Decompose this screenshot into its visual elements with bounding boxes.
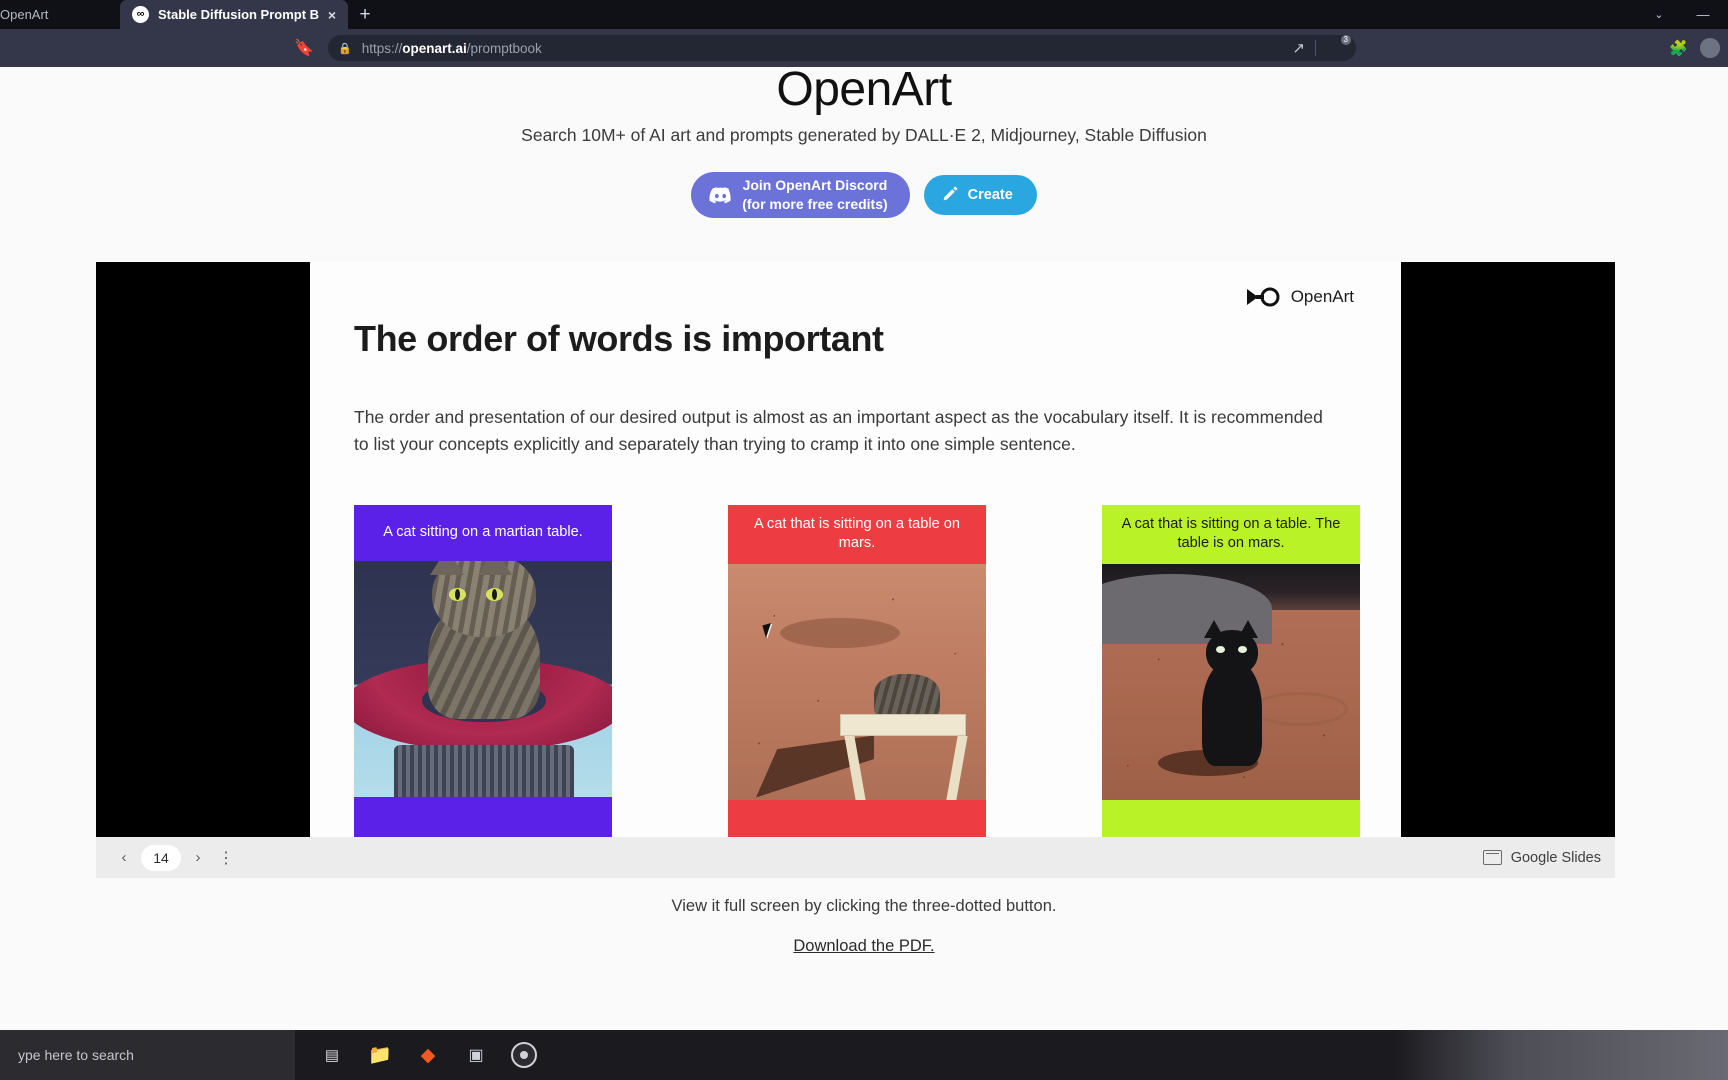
discord-button-label: Join OpenArt Discord (for more free cred… — [742, 176, 887, 214]
toolbar-extras: 🧩 — [1669, 38, 1728, 58]
discord-icon — [709, 186, 732, 204]
lock-icon: 🔒 — [338, 42, 352, 55]
chevron-left-icon[interactable]: ‹ — [110, 844, 138, 872]
slide-page-input[interactable]: 14 — [141, 844, 181, 871]
taskbar-search-input[interactable]: ype here to search — [0, 1030, 295, 1080]
close-icon[interactable]: × — [328, 7, 336, 23]
task-view-icon[interactable]: ▤ — [315, 1038, 349, 1072]
slide-logo-label: OpenArt — [1290, 287, 1354, 306]
new-tab-button[interactable]: + — [348, 0, 382, 29]
black-cat-sitting-on-mars-surface — [1102, 563, 1360, 800]
share-icon[interactable]: ↗ — [1292, 39, 1305, 57]
openart-infinity-icon: ∞ — [132, 6, 149, 23]
page-content: OpenArt Search 10M+ of AI art and prompt… — [0, 67, 1728, 1080]
url-text: https://openart.ai/promptbook — [361, 40, 542, 56]
slide-card: A cat that is sitting on a table on mars… — [728, 505, 986, 860]
obs-studio-icon[interactable] — [507, 1038, 541, 1072]
slide-cards: A cat sitting on a martian table. A cat … — [354, 505, 1364, 860]
google-slides-label: Google Slides — [1510, 849, 1601, 866]
tab-title: OpenArt — [0, 7, 49, 22]
openart-infinity-icon — [1245, 285, 1281, 309]
brave-shields-button[interactable]: 3 — [1326, 35, 1351, 58]
tab-openart[interactable]: OpenArt — [0, 0, 120, 29]
tab-stable-diffusion-prompt-book[interactable]: ∞ Stable Diffusion Prompt Book - O × — [120, 0, 348, 29]
page-subtitle: Search 10M+ of AI art and prompts genera… — [521, 125, 1207, 145]
shield-blocked-count: 3 — [1340, 35, 1351, 45]
terminal-icon[interactable]: ▣ — [459, 1038, 493, 1072]
avatar[interactable] — [1700, 38, 1720, 58]
tabby-cat-on-red-turntable-illustration — [354, 561, 612, 797]
create-button-label: Create — [967, 187, 1013, 203]
slide-body-text: The order and presentation of our desire… — [354, 407, 1323, 454]
slide-viewport[interactable]: OpenArt The order of words is important … — [96, 262, 1615, 878]
cta-row: Join OpenArt Discord (for more free cred… — [0, 172, 1728, 218]
join-discord-button[interactable]: Join OpenArt Discord (for more free cred… — [691, 172, 910, 218]
browser-window: OpenArt ∞ Stable Diffusion Prompt Book -… — [0, 0, 1728, 1080]
card-caption: A cat that is sitting on a table on mars… — [728, 505, 986, 564]
window-controls: ⌄ — — [1638, 0, 1728, 29]
tab-strip: OpenArt ∞ Stable Diffusion Prompt Book -… — [0, 0, 1728, 29]
tab-title: Stable Diffusion Prompt Book - O — [158, 7, 319, 22]
google-slides-icon — [1482, 850, 1502, 865]
file-explorer-icon[interactable]: 📁 — [363, 1038, 397, 1072]
slide: OpenArt The order of words is important … — [310, 262, 1401, 878]
omnibox-actions: ↗ 3 — [1292, 35, 1351, 58]
navigation-toolbar: 🔖 🔒 https://openart.ai/promptbook ↗ 3 🧩 — [0, 29, 1728, 67]
minimize-icon[interactable]: — — [1682, 0, 1724, 29]
download-pdf-link[interactable]: Download the PDF. — [0, 937, 1728, 956]
card-caption: A cat that is sitting on a table. The ta… — [1102, 505, 1360, 564]
slides-embed: OpenArt The order of words is important … — [96, 262, 1615, 878]
taskbar-right-region — [1393, 1030, 1728, 1080]
kebab-menu-icon[interactable]: ⋮ — [218, 848, 234, 868]
slide-card: A cat that is sitting on a table. The ta… — [1102, 505, 1360, 860]
address-bar[interactable]: 🔒 https://openart.ai/promptbook ↗ 3 — [328, 35, 1356, 61]
taskbar: ype here to search ▤ 📁 ◆ ▣ — [0, 1030, 1728, 1080]
slide-logo: OpenArt — [1245, 285, 1354, 309]
page-title: OpenArt — [776, 67, 952, 116]
puzzle-icon[interactable]: 🧩 — [1669, 39, 1688, 57]
bookmark-icon[interactable]: 🔖 — [292, 36, 316, 60]
create-button[interactable]: Create — [923, 175, 1037, 215]
brave-browser-icon[interactable]: ◆ — [411, 1038, 445, 1072]
taskbar-icons: ▤ 📁 ◆ ▣ — [295, 1038, 541, 1072]
divider — [1315, 40, 1316, 56]
fullscreen-hint: View it full screen by clicking the thre… — [671, 897, 1057, 915]
pencil-icon — [942, 185, 959, 206]
slide-title: The order of words is important — [354, 318, 884, 359]
small-tabby-cat-on-white-table-on-mars-surface — [728, 563, 986, 800]
chevron-right-icon[interactable]: › — [184, 844, 212, 872]
discord-label-line1: Join OpenArt Discord — [742, 177, 888, 194]
chevron-down-icon[interactable]: ⌄ — [1638, 0, 1680, 29]
google-slides-brand[interactable]: Google Slides — [1482, 849, 1601, 866]
card-caption: A cat sitting on a martian table. — [354, 505, 612, 561]
slide-card: A cat sitting on a martian table. — [354, 505, 612, 860]
slide-control-bar: ‹ 14 › ⋮ Google Slides — [96, 837, 1615, 878]
discord-label-line2: (for more free credits) — [742, 196, 888, 212]
